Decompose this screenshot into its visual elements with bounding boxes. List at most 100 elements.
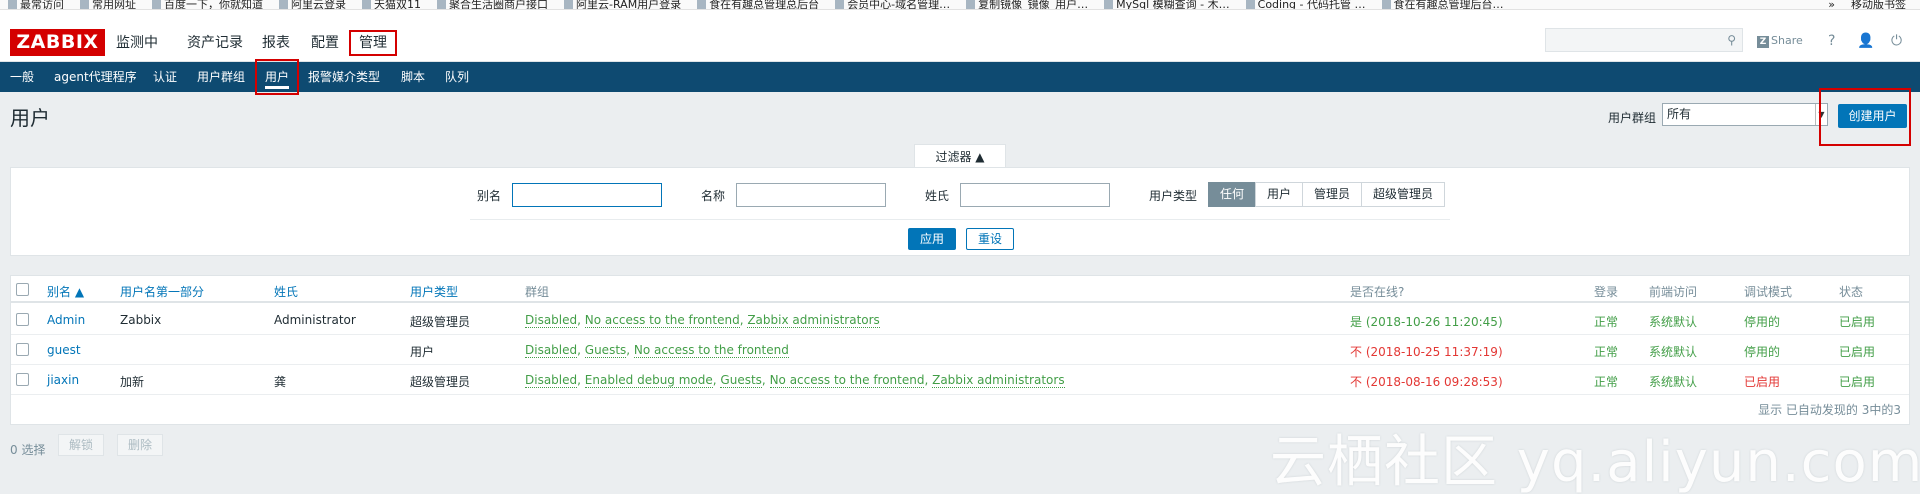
bookmark-item[interactable]: 最常访问 (8, 0, 64, 9)
user-profile-icon[interactable]: 👤 (1857, 32, 1874, 50)
filter-tab[interactable]: 过滤器 ▲ (914, 144, 1006, 168)
group-link[interactable]: Zabbix administrators (747, 313, 880, 328)
user-status-link[interactable]: 已启用 (1839, 373, 1875, 390)
bookmark-item[interactable]: MySql 模糊查询 - 木… (1104, 0, 1230, 9)
bookmark-item[interactable]: 百度一下，你就知道 (152, 0, 263, 9)
bookmark-item[interactable]: 阿里云-RAM用户登录 (564, 0, 681, 9)
unlock-button[interactable]: 解锁 (58, 434, 104, 456)
col-groups: 群组 (525, 285, 550, 299)
search-input[interactable]: ⚲ (1545, 28, 1743, 52)
zabbix-logo[interactable]: ZABBIX (10, 29, 105, 56)
online-status: 不 (2018-10-25 11:37:19) (1350, 345, 1503, 359)
menu-administration[interactable]: 管理 (349, 30, 397, 56)
user-type-any[interactable]: 任何 (1208, 182, 1256, 207)
bookmark-label: 天猫双11 (374, 0, 421, 10)
user-group-select[interactable]: 所有 ▼ (1662, 103, 1828, 126)
group-link[interactable]: Enabled debug mode (584, 373, 713, 388)
online-status: 不 (2018-08-16 09:28:53) (1350, 375, 1503, 389)
bookmark-item[interactable]: 常用网址 (80, 0, 136, 10)
submenu-users[interactable]: 用户 (255, 59, 300, 95)
user-type-super-admin[interactable]: 超级管理员 (1361, 182, 1445, 207)
reset-button[interactable]: 重设 (966, 228, 1014, 250)
user-name: 加新 (120, 375, 145, 389)
bookmark-icon (80, 0, 89, 9)
surname-input[interactable] (960, 183, 1110, 207)
group-link[interactable]: No access to the frontend (633, 343, 789, 358)
submenu-users-label: 用户 (265, 70, 290, 89)
login-status: 正常 (1594, 315, 1619, 329)
user-status-link[interactable]: 已启用 (1839, 343, 1875, 360)
col-surname[interactable]: 姓氏 (274, 283, 298, 300)
submenu-general[interactable]: 一般 (10, 62, 34, 92)
bookmark-item[interactable]: 会员中心-域名管理… (835, 0, 951, 10)
user-type-admin[interactable]: 管理员 (1302, 182, 1362, 207)
col-login: 登录 (1594, 285, 1619, 299)
group-link[interactable]: Guests (720, 373, 762, 388)
delete-button[interactable]: 删除 (117, 434, 163, 456)
user-type-user[interactable]: 用户 (1255, 182, 1303, 207)
bookmark-label: 常用网址 (92, 0, 136, 10)
row-checkbox[interactable] (16, 313, 29, 326)
bookmark-label: 食在有趣总管理后台… (1393, 0, 1504, 10)
user-status-link[interactable]: 已启用 (1839, 313, 1875, 330)
bookmark-item[interactable]: 食在有趣总管理后台… (1381, 0, 1504, 10)
bookmark-item[interactable]: 食在有趣总管理总后台 (697, 0, 819, 9)
share-button[interactable]: Z Share (1757, 32, 1803, 50)
col-name[interactable]: 用户名第一部分 (120, 283, 204, 300)
group-link[interactable]: Disabled (525, 373, 578, 388)
alias-input[interactable] (512, 183, 662, 207)
bookmark-label: 会员中心-域名管理… (847, 0, 951, 10)
mobile-bookmarks-label[interactable]: 移动版书签 (1851, 0, 1906, 9)
submenu-authentication[interactable]: 认证 (153, 62, 177, 92)
submenu-scripts[interactable]: 脚本 (401, 62, 425, 92)
user-groups: Disabled, Guests, No access to the front… (525, 343, 789, 358)
user-alias-link[interactable]: jiaxin (47, 373, 79, 387)
search-icon[interactable]: ⚲ (1727, 33, 1736, 47)
bookmark-item[interactable]: 阿里云登录 (279, 0, 346, 9)
bookmarks-more-icon[interactable]: » (1828, 0, 1835, 9)
group-link[interactable]: Disabled (525, 343, 578, 358)
bookmark-item[interactable]: 聚合生活圈商户接口 (437, 0, 548, 9)
share-label: Share (1771, 34, 1803, 47)
users-table: 别名 ▲ 用户名第一部分 姓氏 用户类型 群组 是否在线? 登录 前端访问 调试… (10, 275, 1910, 425)
submenu-user-groups[interactable]: 用户群组 (197, 62, 245, 92)
apply-button[interactable]: 应用 (908, 228, 956, 250)
help-icon[interactable]: ? (1828, 32, 1835, 50)
menu-inventory[interactable]: 资产记录 (187, 30, 243, 56)
name-input[interactable] (736, 183, 886, 207)
user-alias-link[interactable]: Admin (47, 313, 85, 327)
bookmark-item[interactable]: 天猫双11 (362, 0, 421, 10)
bookmarks-right[interactable]: » 移动版书签 (1828, 0, 1906, 9)
group-link[interactable]: No access to the frontend (584, 313, 740, 328)
col-user-type[interactable]: 用户类型 (410, 283, 458, 300)
col-alias[interactable]: 别名 ▲ (47, 283, 84, 300)
logout-icon[interactable]: ⏻ (1891, 32, 1902, 50)
menu-monitoring[interactable]: 监测中 (116, 30, 158, 56)
user-alias-link[interactable]: guest (47, 343, 81, 357)
bookmark-item[interactable]: 复制镜像_镜像_用户… (966, 0, 1088, 9)
name-label: 名称 (701, 189, 726, 203)
col-frontend: 前端访问 (1649, 285, 1698, 299)
menu-reports[interactable]: 报表 (262, 30, 290, 56)
submenu-queue[interactable]: 队列 (445, 62, 469, 92)
user-surname: Administrator (274, 313, 356, 327)
create-user-button[interactable]: 创建用户 (1838, 104, 1907, 128)
login-status: 正常 (1594, 345, 1619, 359)
select-all-checkbox[interactable] (16, 283, 29, 296)
bookmarks-bar: 最常访问 常用网址 百度一下，你就知道 阿里云登录 天猫双11 聚合生活圈商户接口 阿里云-… (0, 0, 1920, 10)
menu-configuration[interactable]: 配置 (311, 30, 339, 56)
bookmark-icon (152, 0, 161, 9)
row-checkbox[interactable] (16, 373, 29, 386)
group-link[interactable]: Zabbix administrators (932, 373, 1065, 388)
online-status: 是 (2018-10-26 11:20:45) (1350, 315, 1503, 329)
table-footer-count: 显示 已自动发现的 3中的3 (1758, 403, 1901, 417)
bookmark-item[interactable]: Coding - 代码托管 … (1245, 0, 1366, 9)
submenu-media-types[interactable]: 报警媒介类型 (308, 62, 380, 92)
row-checkbox[interactable] (16, 343, 29, 356)
group-link[interactable]: Disabled (525, 313, 578, 328)
table-row: jiaxin 加新 龚 超级管理员 Disabled, Enabled debug mo… (11, 365, 1909, 395)
group-link[interactable]: No access to the frontend (769, 373, 925, 388)
group-link[interactable]: Guests (584, 343, 627, 358)
frontend-access: 系统默认 (1649, 345, 1698, 359)
submenu-proxies[interactable]: agent代理程序 (54, 62, 137, 92)
